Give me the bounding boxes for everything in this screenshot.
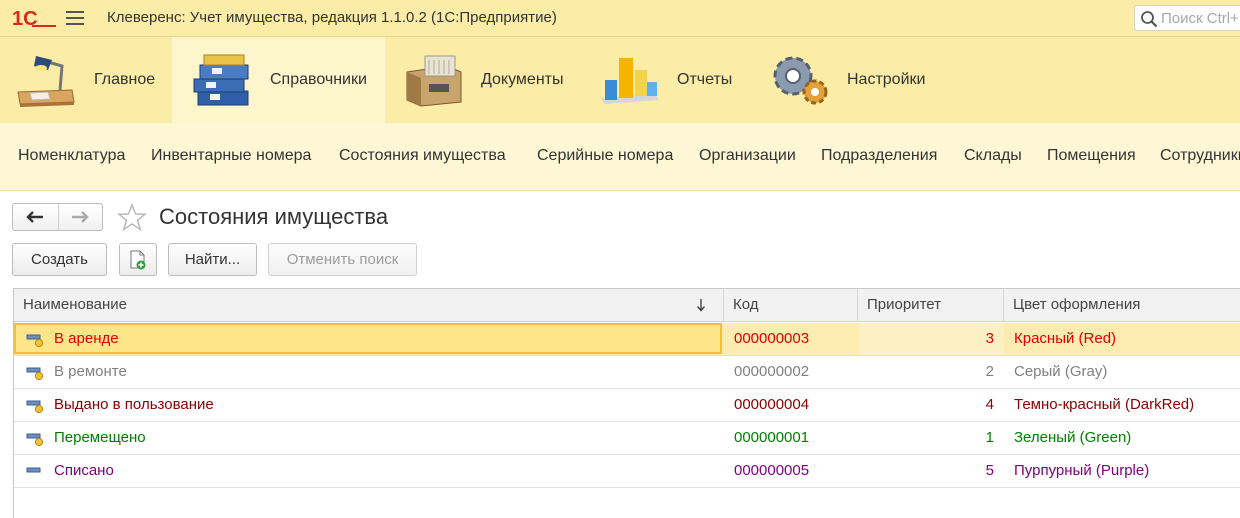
cell-priority: 1 bbox=[985, 429, 994, 446]
arrow-right-icon bbox=[72, 211, 89, 223]
cell-color: Зеленый (Green) bbox=[1014, 429, 1132, 446]
desk-lamp-icon bbox=[17, 56, 75, 107]
table-header: Наименование Код Приоритет Цвет оформлен… bbox=[14, 289, 1240, 322]
cell-name: Перемещено bbox=[54, 429, 146, 446]
history-nav bbox=[12, 203, 103, 231]
cell-name: В аренде bbox=[54, 330, 119, 347]
section-label: Отчеты bbox=[677, 71, 733, 88]
file-cabinet-icon bbox=[406, 55, 462, 107]
cell-code: 000000004 bbox=[734, 396, 810, 413]
create-button[interactable]: Создать bbox=[12, 243, 107, 276]
favorite-star-icon[interactable] bbox=[117, 203, 147, 233]
subsection-item[interactable]: Помещения bbox=[1047, 147, 1136, 165]
section-documents[interactable]: Документы bbox=[385, 37, 581, 123]
search-box[interactable] bbox=[1134, 5, 1240, 31]
gears-icon bbox=[773, 56, 828, 105]
cell-color: Красный (Red) bbox=[1014, 330, 1117, 347]
cell-code: 000000005 bbox=[734, 462, 810, 479]
section-label: Главное bbox=[94, 71, 156, 88]
column-header-name[interactable]: Наименование bbox=[14, 289, 724, 321]
column-header-color[interactable]: Цвет оформления bbox=[1004, 289, 1240, 321]
title-bar: 1С Клеверенс: Учет имущества, редакция 1… bbox=[0, 0, 1240, 37]
add-copy-icon bbox=[130, 250, 146, 269]
table-row[interactable]: В ремонте 000000002 2 Серый (Gray) bbox=[14, 356, 1240, 389]
section-label: Документы bbox=[481, 71, 564, 88]
cell-name: Выдано в пользование bbox=[54, 396, 214, 413]
table-row[interactable]: В аренде 000000003 3 Красный (Red) bbox=[14, 323, 1240, 356]
subsection-item[interactable]: Инвентарные номера bbox=[151, 147, 311, 165]
cell-name: Списано bbox=[54, 462, 114, 479]
subsection-item[interactable]: Номенклатура bbox=[18, 147, 125, 165]
cell-code: 000000002 bbox=[734, 363, 810, 380]
cell-priority: 3 bbox=[985, 330, 994, 347]
section-settings[interactable]: Настройки bbox=[751, 37, 951, 123]
subsection-item[interactable]: Серийные номера bbox=[537, 147, 673, 165]
forward-button[interactable] bbox=[57, 204, 103, 230]
subsection-item[interactable]: Состояния имущества bbox=[339, 147, 506, 165]
search-input[interactable] bbox=[1161, 9, 1240, 27]
main-menu-icon[interactable] bbox=[66, 11, 84, 25]
catalog-item-icon bbox=[26, 334, 44, 348]
states-table: Наименование Код Приоритет Цвет оформлен… bbox=[13, 288, 1240, 518]
subsection-item[interactable]: Подразделения bbox=[821, 147, 937, 165]
sections-panel: Главное Справочники Документы Отчеты Нас… bbox=[0, 37, 1240, 123]
section-catalogs[interactable]: Справочники bbox=[172, 37, 385, 123]
folders-icon bbox=[193, 54, 249, 106]
section-label: Справочники bbox=[270, 71, 367, 88]
search-icon bbox=[1141, 11, 1158, 28]
catalog-item-icon bbox=[26, 367, 44, 381]
column-header-priority[interactable]: Приоритет bbox=[858, 289, 1004, 321]
subsection-item[interactable]: Склады bbox=[964, 147, 1022, 165]
table-row[interactable]: Перемещено 000000001 1 Зеленый (Green) bbox=[14, 422, 1240, 455]
arrow-left-icon bbox=[26, 211, 44, 223]
1c-logo-icon[interactable]: 1С bbox=[12, 7, 56, 29]
table-row[interactable]: Списано 000000005 5 Пурпурный (Purple) bbox=[14, 455, 1240, 488]
section-reports[interactable]: Отчеты bbox=[581, 37, 751, 123]
cell-color: Пурпурный (Purple) bbox=[1014, 462, 1150, 479]
subsection-bar: Номенклатура Инвентарные номера Состояни… bbox=[0, 123, 1240, 191]
find-button[interactable]: Найти... bbox=[168, 243, 257, 276]
cell-code: 000000001 bbox=[734, 429, 810, 446]
section-main[interactable]: Главное bbox=[0, 37, 172, 123]
column-header-code[interactable]: Код bbox=[724, 289, 858, 321]
cell-code: 000000003 bbox=[734, 330, 810, 347]
app-title: Клеверенс: Учет имущества, редакция 1.1.… bbox=[107, 9, 557, 26]
copy-button[interactable] bbox=[119, 243, 157, 276]
cell-color: Серый (Gray) bbox=[1014, 363, 1108, 380]
form-title: Состояния имущества bbox=[159, 204, 389, 229]
catalog-item-icon bbox=[26, 433, 44, 447]
cancel-search-button[interactable]: Отменить поиск bbox=[268, 243, 417, 276]
back-button[interactable] bbox=[13, 204, 58, 230]
section-label: Настройки bbox=[847, 71, 926, 88]
bar-chart-icon bbox=[601, 58, 659, 104]
subsection-item[interactable]: Организации bbox=[699, 147, 796, 165]
cell-priority: 2 bbox=[985, 363, 994, 380]
cell-color: Темно-красный (DarkRed) bbox=[1014, 396, 1195, 413]
cell-name: В ремонте bbox=[54, 363, 127, 380]
catalog-item-icon bbox=[26, 400, 44, 414]
table-row[interactable]: Выдано в пользование 000000004 4 Темно-крас… bbox=[14, 389, 1240, 422]
cell-priority: 4 bbox=[985, 396, 994, 413]
sort-down-icon bbox=[696, 299, 706, 312]
cell-priority: 5 bbox=[985, 462, 994, 479]
catalog-item-icon bbox=[26, 467, 41, 473]
subsection-item[interactable]: Сотрудники bbox=[1160, 147, 1240, 165]
